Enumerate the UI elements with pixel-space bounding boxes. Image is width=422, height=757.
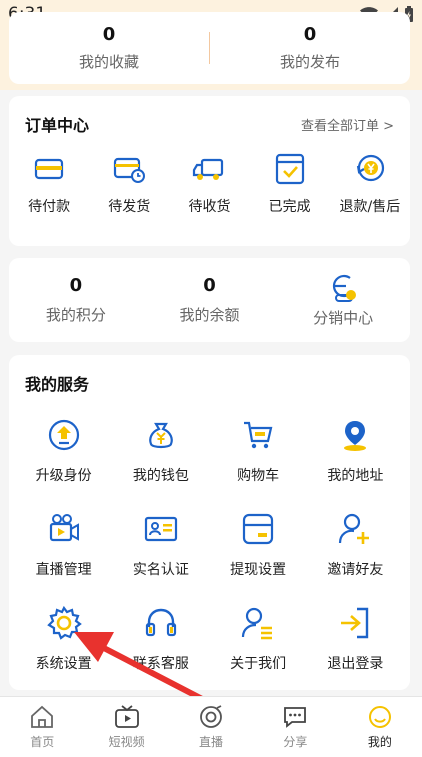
publish-count: 0 bbox=[303, 24, 317, 45]
home-icon bbox=[31, 705, 54, 728]
balance-count: 0 bbox=[203, 275, 216, 296]
service-customer-support[interactable]: 联系客服 bbox=[112, 605, 209, 685]
favorites-stat[interactable]: 0 我的收藏 bbox=[9, 12, 209, 84]
service-live-management[interactable]: 直播管理 bbox=[15, 511, 112, 591]
tab-label: 我的 bbox=[367, 735, 392, 749]
tab-label: 分享 bbox=[283, 735, 308, 749]
check-card-icon bbox=[275, 153, 304, 185]
order-center-card: 订单中心 查看全部订单 > 待付款 待发货 待收货 已完成 退款/售后 bbox=[9, 96, 410, 246]
service-real-name[interactable]: 实名认证 bbox=[112, 511, 209, 591]
service-label: 我的钱包 bbox=[132, 468, 189, 484]
points-label: 我的积分 bbox=[45, 306, 106, 324]
points-stat[interactable]: 0 我的积分 bbox=[9, 258, 143, 342]
service-settings[interactable]: 系统设置 bbox=[15, 605, 112, 685]
gear-icon bbox=[46, 605, 82, 640]
service-label: 实名认证 bbox=[132, 562, 189, 578]
service-label: 提现设置 bbox=[230, 562, 287, 578]
view-all-orders-link[interactable]: 查看全部订单 > bbox=[301, 115, 394, 134]
tab-share[interactable]: 分享 bbox=[253, 697, 337, 757]
withdraw-card-icon bbox=[243, 513, 274, 545]
order-center-title: 订单中心 bbox=[25, 116, 90, 135]
my-services-card: 我的服务 升级身份 我的钱包 购物车 我的地址 直播管理 实名认证 提现设置 邀… bbox=[9, 355, 410, 690]
publish-label: 我的发布 bbox=[279, 53, 340, 71]
balance-label: 我的余额 bbox=[179, 306, 240, 324]
order-item-label: 待付款 bbox=[28, 199, 71, 215]
service-label: 退出登录 bbox=[327, 656, 384, 672]
distribution-center[interactable]: 分销中心 bbox=[276, 258, 410, 342]
service-logout[interactable]: 退出登录 bbox=[307, 605, 404, 685]
service-label: 邀请好友 bbox=[327, 562, 384, 578]
publish-stat[interactable]: 0 我的发布 bbox=[210, 12, 410, 84]
about-user-icon bbox=[242, 607, 273, 640]
tab-label: 短视频 bbox=[108, 735, 145, 749]
favorites-count: 0 bbox=[102, 24, 116, 45]
service-withdraw[interactable]: 提现设置 bbox=[210, 511, 307, 591]
tab-live[interactable]: 直播 bbox=[169, 697, 253, 757]
money-bag-icon bbox=[149, 422, 173, 449]
order-pending-shipment[interactable]: 待发货 bbox=[89, 152, 169, 216]
order-center-header: 订单中心 查看全部订单 > bbox=[9, 96, 410, 152]
refund-yen-icon bbox=[356, 154, 384, 182]
chat-share-icon bbox=[284, 707, 307, 728]
favorites-label: 我的收藏 bbox=[78, 53, 139, 71]
logout-icon bbox=[341, 607, 369, 639]
distribution-label: 分销中心 bbox=[313, 308, 374, 327]
service-label: 购物车 bbox=[237, 468, 280, 484]
service-about[interactable]: 关于我们 bbox=[210, 605, 307, 685]
service-address[interactable]: 我的地址 bbox=[307, 417, 404, 497]
tab-home[interactable]: 首页 bbox=[0, 697, 84, 757]
order-item-label: 已完成 bbox=[268, 199, 311, 215]
truck-icon bbox=[193, 158, 224, 180]
order-status-row: 待付款 待发货 待收货 已完成 退款/售后 bbox=[9, 152, 410, 216]
service-invite[interactable]: 邀请好友 bbox=[307, 511, 404, 591]
service-label: 系统设置 bbox=[35, 656, 92, 672]
distribution-yen-icon bbox=[333, 274, 357, 302]
wallet-card-icon bbox=[34, 158, 64, 180]
balance-stat[interactable]: 0 我的余额 bbox=[143, 258, 277, 342]
order-refund[interactable]: 退款/售后 bbox=[330, 152, 410, 216]
location-pin-icon bbox=[344, 421, 367, 451]
tab-label: 直播 bbox=[199, 735, 224, 749]
points-count: 0 bbox=[69, 275, 83, 296]
services-header: 我的服务 bbox=[9, 355, 410, 411]
smile-profile-icon bbox=[368, 706, 391, 728]
live-record-icon bbox=[200, 705, 222, 728]
service-label: 关于我们 bbox=[230, 656, 287, 672]
card-clock-icon bbox=[114, 157, 146, 183]
upgrade-icon bbox=[48, 419, 79, 451]
services-title: 我的服务 bbox=[25, 375, 90, 394]
order-item-label: 待收货 bbox=[188, 199, 231, 215]
service-label: 升级身份 bbox=[35, 468, 92, 484]
bottom-tab-bar: 首页 短视频 直播 分享 我的 bbox=[0, 696, 422, 757]
play-tv-icon bbox=[114, 705, 139, 728]
points-balance-card: 0 我的积分 0 我的余额 分销中心 bbox=[9, 258, 410, 342]
services-grid: 升级身份 我的钱包 购物车 我的地址 直播管理 实名认证 提现设置 邀请好友 系… bbox=[9, 411, 410, 685]
service-label: 我的地址 bbox=[327, 468, 384, 484]
order-item-label: 待发货 bbox=[108, 199, 151, 215]
service-cart[interactable]: 购物车 bbox=[210, 417, 307, 497]
tab-label: 首页 bbox=[30, 735, 55, 749]
order-item-label: 退款/售后 bbox=[339, 199, 401, 215]
service-label: 直播管理 bbox=[35, 562, 92, 578]
order-completed[interactable]: 已完成 bbox=[250, 152, 330, 216]
service-label: 联系客服 bbox=[132, 656, 189, 672]
video-camera-icon bbox=[49, 514, 79, 542]
service-wallet[interactable]: 我的钱包 bbox=[112, 417, 209, 497]
tab-mine[interactable]: 我的 bbox=[338, 697, 422, 757]
service-upgrade[interactable]: 升级身份 bbox=[15, 417, 112, 497]
cart-icon bbox=[244, 421, 273, 449]
headset-icon bbox=[145, 608, 176, 637]
id-card-icon bbox=[144, 516, 177, 542]
order-pending-receipt[interactable]: 待收货 bbox=[169, 152, 249, 216]
favorites-publish-card: 0 我的收藏 0 我的发布 bbox=[9, 12, 410, 84]
invite-user-icon bbox=[339, 513, 370, 544]
tab-short-video[interactable]: 短视频 bbox=[84, 697, 168, 757]
order-pending-payment[interactable]: 待付款 bbox=[9, 152, 89, 216]
